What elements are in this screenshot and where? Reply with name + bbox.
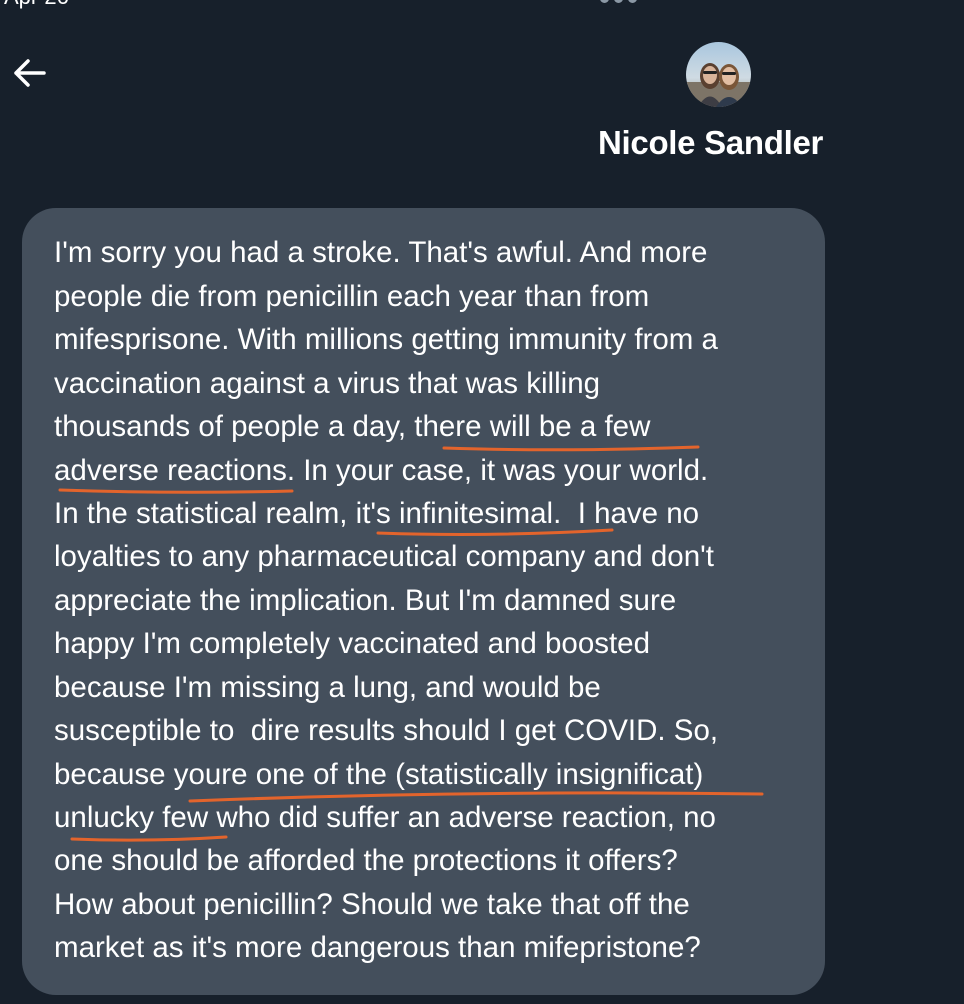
message-line: How about penicillin? Should we take tha… — [54, 888, 690, 921]
message-line: adverse reactions. In your case, it was … — [54, 454, 709, 487]
message-date: Apr 26 — [4, 0, 69, 10]
message-line: appreciate the implication. But I'm damn… — [54, 584, 677, 617]
more-dot — [600, 0, 609, 3]
message-line: one should be afforded the protections i… — [54, 844, 678, 877]
back-arrow-icon[interactable] — [10, 55, 50, 91]
message-line: market as it's more dangerous than mifep… — [54, 931, 701, 964]
message-line: susceptible to dire results should I get… — [54, 714, 719, 747]
message-line: I'm sorry you had a stroke. That's awful… — [54, 236, 708, 269]
message-line: happy I'm completely vaccinated and boos… — [54, 627, 650, 660]
message-line: thousands of people a day, there will be… — [54, 410, 651, 443]
message-line: because youre one of the (statistically … — [54, 758, 704, 791]
message-line: because I'm missing a lung, and would be — [54, 671, 601, 704]
message-line: mifesprisone. With millions getting immu… — [54, 323, 718, 356]
message-line: people die from penicillin each year tha… — [54, 280, 650, 313]
message-line: In the statistical realm, it's infinites… — [54, 497, 700, 530]
more-dot — [628, 0, 637, 3]
message-line: vaccination against a virus that was kil… — [54, 367, 601, 400]
contact-name[interactable]: Nicole Sandler — [598, 124, 823, 162]
message-line: unlucky few who did suffer an adverse re… — [54, 801, 716, 834]
more-options-icon[interactable] — [600, 0, 637, 3]
message-line: loyalties to any pharmaceutical company … — [54, 540, 714, 573]
more-dot — [614, 0, 623, 3]
contact-avatar[interactable] — [686, 42, 751, 107]
